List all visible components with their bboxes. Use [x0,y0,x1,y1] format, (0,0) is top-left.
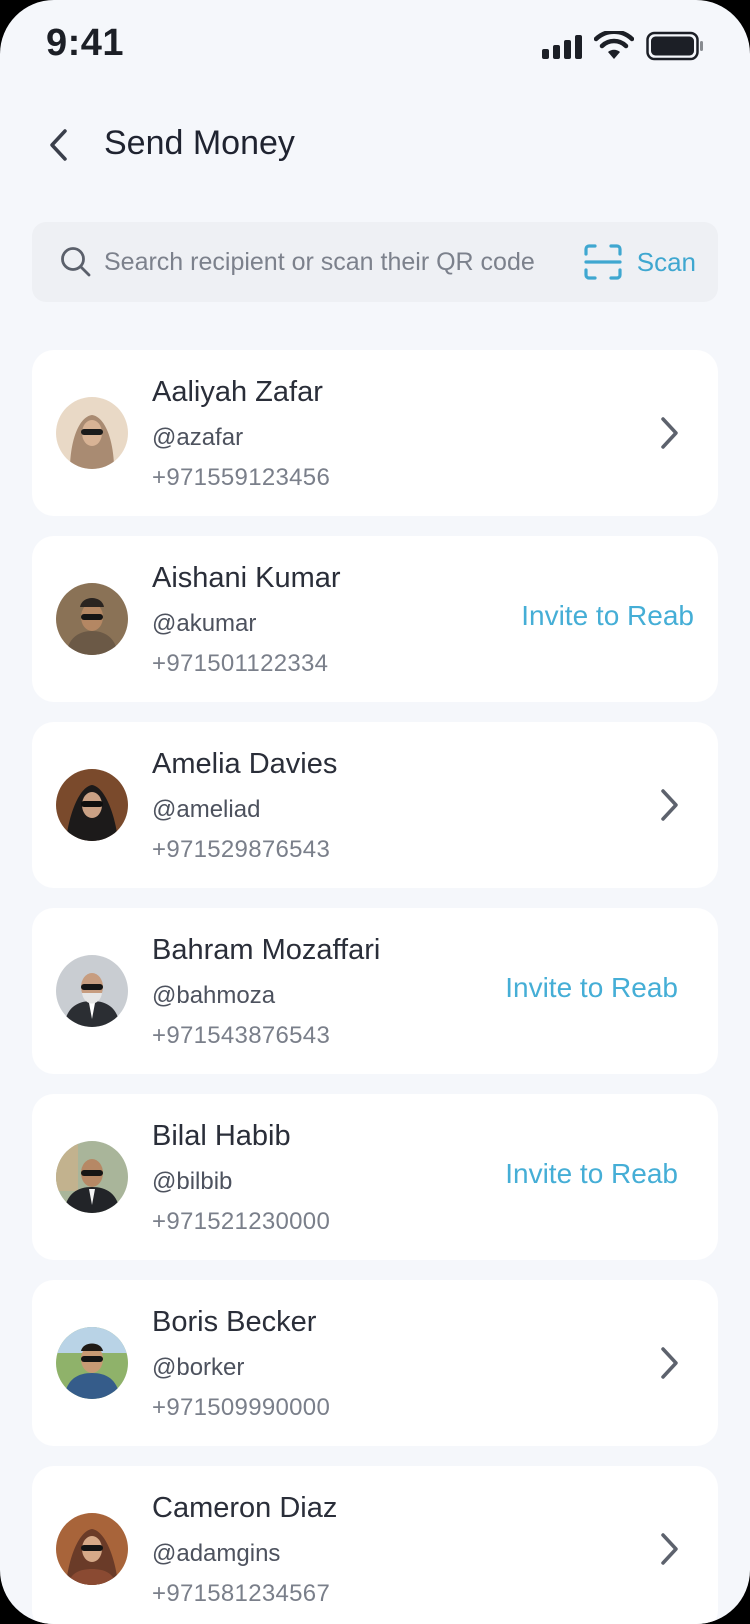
contact-name: Bahram Mozaffari [152,934,381,966]
chevron-right-icon[interactable] [656,1343,682,1383]
wifi-icon [594,31,634,59]
contact-handle: @bilbib [152,1168,233,1195]
status-icons [542,30,704,62]
invite-button[interactable]: Invite to Reab [505,1158,678,1190]
contact-name: Aishani Kumar [152,562,341,594]
avatar [56,397,128,469]
battery-icon [646,31,703,61]
contact-card[interactable]: Bahram Mozaffari @bahmoza +971543876543 … [32,908,718,1074]
header: Send Money [0,110,750,180]
status-time: 9:41 [46,22,125,64]
scan-qr-icon [584,244,622,280]
contact-card[interactable]: Amelia Davies @ameliad +971529876543 [32,722,718,888]
chevron-left-icon [50,129,67,161]
contact-phone: +971509990000 [152,1394,331,1421]
search-icon [61,247,91,277]
contact-phone: +971581234567 [152,1580,331,1607]
contact-phone: +971501122334 [152,650,329,677]
contact-handle: @borker [152,1354,245,1381]
contact-handle: @ameliad [152,796,261,823]
contact-card[interactable]: Aishani Kumar @akumar +971501122334 Invi… [32,536,718,702]
contact-card[interactable]: Cameron Diaz @adamgins +971581234567 [32,1466,718,1624]
contact-handle: @adamgins [152,1540,281,1567]
contact-phone: +971529876543 [152,836,331,863]
chevron-right-icon[interactable] [656,1529,682,1569]
cellular-signal-icon [542,33,582,59]
contact-name: Cameron Diaz [152,1492,338,1524]
avatar [56,1327,128,1399]
avatar [56,955,128,1027]
contact-handle: @bahmoza [152,982,276,1009]
search-bar: Scan [32,222,718,302]
invite-button[interactable]: Invite to Reab [521,600,694,632]
chevron-right-icon[interactable] [656,785,682,825]
avatar [56,769,128,841]
contact-handle: @azafar [152,424,244,451]
chevron-right-icon[interactable] [656,413,682,453]
status-bar: 9:41 [0,0,750,92]
avatar [56,1513,128,1585]
contact-card[interactable]: Boris Becker @borker +971509990000 [32,1280,718,1446]
search-input[interactable] [104,236,574,288]
contact-card[interactable]: Aaliyah Zafar @azafar +971559123456 [32,350,718,516]
back-button[interactable] [38,120,78,170]
avatar [56,1141,128,1213]
contact-handle: @akumar [152,610,257,637]
phone-screen: 9:41 Send Money Search recipient or scan… [0,0,750,1624]
page-title: Send Money [104,124,295,162]
avatar [56,583,128,655]
contact-name: Aaliyah Zafar [152,376,323,408]
contact-name: Bilal Habib [152,1120,291,1152]
invite-button[interactable]: Invite to Reab [505,972,678,1004]
contact-card[interactable]: Bilal Habib @bilbib +971521230000 Invite… [32,1094,718,1260]
contact-name: Amelia Davies [152,748,338,780]
contact-phone: +971521230000 [152,1208,331,1235]
scan-label: Scan [636,246,696,277]
scan-button[interactable]: Scan [583,240,696,284]
contact-phone: +971543876543 [152,1022,331,1049]
contact-name: Boris Becker [152,1306,317,1338]
contact-phone: +971559123456 [152,464,331,491]
